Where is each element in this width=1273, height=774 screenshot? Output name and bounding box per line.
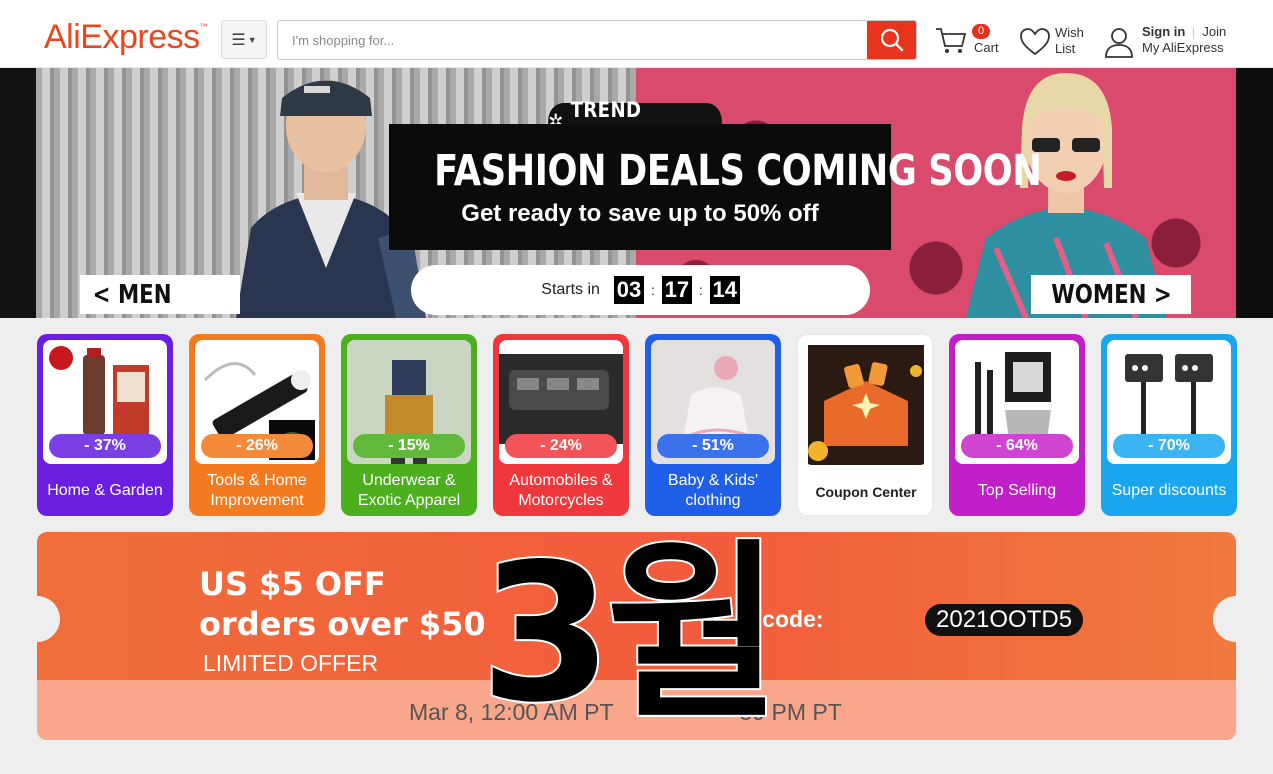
top-header: AliExpress™ ☰▼ 0 Cart WishList Sign in Jo… — [0, 0, 1273, 68]
discount-badge: - 64% — [961, 434, 1073, 458]
category-label: Underwear & Exotic Apparel — [357, 472, 461, 509]
category-label: Home & Garden — [47, 482, 163, 499]
countdown-timer: Starts in 03 : 17 : 14 — [411, 265, 870, 315]
category-card-coupon-center[interactable]: Coupon Center — [797, 334, 933, 516]
category-label: Baby & Kids' clothing — [667, 472, 759, 509]
limited-offer-label: LIMITED OFFER — [203, 650, 379, 676]
category-card-home-garden[interactable]: - 37% Home & Garden — [37, 334, 173, 516]
account-link[interactable] — [1104, 26, 1134, 62]
countdown-minutes: 17 — [661, 276, 692, 304]
discount-badge: - 70% — [1113, 434, 1225, 458]
category-label: Tools & Home Improvement — [207, 472, 307, 509]
coupon-center-image — [804, 341, 928, 465]
category-card-underwear[interactable]: - 15% Underwear & Exotic Apparel — [341, 334, 477, 516]
wishlist-label[interactable]: Wish List — [1055, 25, 1084, 57]
category-card-tools[interactable]: - 26% Tools & Home Improvement — [189, 334, 325, 516]
discount-badge: - 15% — [353, 434, 465, 458]
user-icon — [1105, 28, 1133, 58]
cart-icon — [936, 28, 967, 53]
cart-count-badge: 0 — [972, 24, 991, 39]
overlay-korean-text: 3월 — [478, 524, 770, 734]
women-button[interactable]: WOMEN > — [1031, 275, 1191, 314]
svg-text:3월: 3월 — [480, 524, 770, 734]
join-link[interactable]: Join — [1202, 24, 1226, 39]
countdown-hours: 03 — [613, 276, 644, 304]
menu-icon: ☰ — [231, 31, 246, 49]
discount-badge: - 51% — [657, 434, 769, 458]
search-button[interactable] — [867, 21, 916, 59]
discount-badge: - 26% — [201, 434, 313, 458]
countdown-label: Starts in — [541, 281, 600, 298]
discount-badge: - 37% — [49, 434, 161, 458]
category-card-baby-kids[interactable]: - 51% Baby & Kids' clothing — [645, 334, 781, 516]
category-label: Automobiles & Motorcycles — [509, 472, 613, 509]
hero-right-edge — [1236, 68, 1273, 318]
wishlist-link[interactable] — [1019, 26, 1051, 62]
countdown-seconds: 14 — [709, 276, 740, 304]
coupon-notch-left — [37, 596, 60, 642]
cart-link[interactable] — [934, 26, 968, 60]
coupon-title: US $5 OFF orders over $50 — [199, 565, 486, 643]
hero-headline-box: FASHION DEALS COMING SOON Get ready to s… — [389, 124, 1042, 250]
cart-label[interactable]: Cart — [974, 40, 999, 56]
heart-icon — [1020, 28, 1050, 56]
fashion-hero-banner[interactable]: ✲TREND SPOTTING FASHION DEALS COMING SOO… — [0, 68, 1273, 318]
search-bar — [277, 20, 917, 60]
account-menu: Sign in Join My AliExpress — [1142, 24, 1226, 56]
category-card-top-selling[interactable]: - 64% Top Selling — [949, 334, 1085, 516]
search-input[interactable] — [278, 21, 867, 59]
category-label: Coupon Center — [815, 484, 917, 500]
category-cards: - 37% Home & Garden - 26% Tools & Home I… — [37, 334, 1237, 516]
category-card-super-discounts[interactable]: - 70% Super discounts — [1101, 334, 1237, 516]
search-icon — [880, 28, 904, 52]
my-aliexpress-link[interactable]: My AliExpress — [1142, 40, 1226, 56]
coupon-notch-right — [1213, 596, 1236, 642]
category-card-automobiles[interactable]: - 24% Automobiles & Motorcycles — [493, 334, 629, 516]
men-button[interactable]: < MEN — [80, 275, 240, 314]
coupon-code[interactable]: 2021OOTD5 — [925, 604, 1084, 636]
discount-badge: - 24% — [505, 434, 617, 458]
hero-headline: FASHION DEALS COMING SOON — [434, 146, 1042, 196]
sign-in-link[interactable]: Sign in — [1142, 24, 1185, 39]
category-menu-button[interactable]: ☰ ▼ — [221, 20, 267, 59]
hero-subline: Get ready to save up to 50% off — [461, 200, 819, 227]
category-label: Super discounts — [1111, 482, 1227, 499]
aliexpress-logo[interactable]: AliExpress™ — [44, 18, 208, 57]
chevron-down-icon: ▼ — [247, 34, 257, 45]
category-label: Top Selling — [977, 482, 1057, 499]
